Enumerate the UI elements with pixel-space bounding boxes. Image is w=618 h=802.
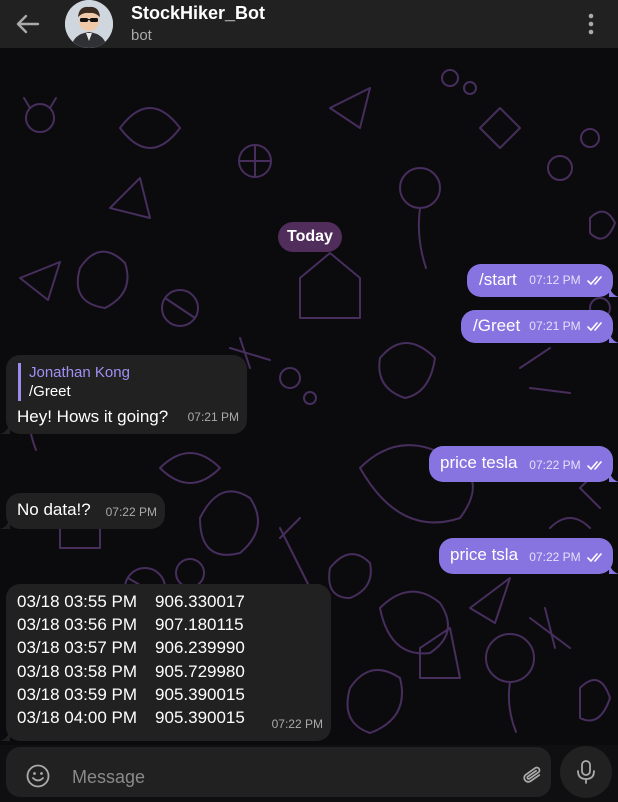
message-time: 07:22 PM	[529, 550, 581, 564]
table-row: 03/18 04:00 PM 905.390015	[17, 706, 245, 729]
chat-header: StockHiker_Bot bot	[0, 0, 618, 48]
double-check-icon	[587, 276, 602, 285]
row-time: 03/18 03:56 PM	[17, 615, 138, 635]
reply-preview[interactable]: Jonathan Kong /Greet	[18, 363, 130, 401]
bubble-tail	[609, 331, 618, 343]
table-row: 03/18 03:56 PM 907.180115	[17, 613, 245, 636]
microphone-button[interactable]	[560, 746, 612, 798]
message-time: 07:12 PM	[529, 273, 581, 287]
table-row: 03/18 03:58 PM 905.729980	[17, 660, 245, 683]
message-text: /Greet	[473, 316, 521, 335]
bubble-tail	[609, 470, 618, 482]
date-divider: Today	[278, 222, 342, 252]
vertical-dots-icon[interactable]	[580, 10, 602, 38]
chat-title[interactable]: StockHiker_Bot	[131, 3, 265, 24]
message-time: 07:22 PM	[529, 458, 581, 472]
message-outgoing[interactable]: /Greet 07:21 PM	[461, 310, 618, 343]
row-price: 906.239990	[155, 638, 245, 658]
message-incoming[interactable]: Jonathan Kong /Greet Hey! Hows it going?…	[0, 355, 247, 434]
message-text: No data!?	[17, 500, 91, 519]
table-row: 03/18 03:57 PM 906.239990	[17, 636, 245, 659]
bubble-tail	[0, 422, 10, 434]
message-text: price tesla	[440, 453, 518, 472]
message-meta: 07:12 PM	[529, 269, 605, 291]
double-check-icon	[587, 553, 602, 562]
arrow-left-icon[interactable]	[14, 12, 42, 36]
message-text: price tsla	[450, 545, 519, 564]
bot-avatar-icon	[65, 0, 113, 48]
message-incoming[interactable]: No data!? 07:22 PM	[0, 493, 165, 529]
reply-author: Jonathan Kong	[29, 364, 130, 381]
message-time: 07:22 PM	[271, 717, 323, 731]
bubble-tail	[609, 562, 618, 574]
row-time: 03/18 04:00 PM	[17, 708, 138, 728]
table-row: 03/18 03:59 PM 905.390015	[17, 683, 245, 706]
message-outgoing[interactable]: /start 07:12 PM	[467, 264, 618, 297]
message-meta: 07:21 PM	[529, 315, 605, 337]
row-price: 905.729980	[155, 661, 245, 681]
message-incoming[interactable]: 03/18 03:55 PM 906.330017 03/18 03:56 PM…	[0, 584, 331, 741]
paperclip-icon[interactable]	[520, 763, 546, 789]
row-price: 906.330017	[155, 592, 245, 611]
message-text: Hey! Hows it going?	[17, 407, 169, 426]
bubble-tail	[0, 729, 10, 741]
chat-subtitle: bot	[131, 27, 152, 44]
row-time: 03/18 03:58 PM	[17, 661, 138, 681]
message-composer	[0, 745, 618, 802]
avatar[interactable]	[65, 0, 113, 48]
message-time: 07:22 PM	[105, 505, 157, 519]
row-price: 905.390015	[155, 684, 245, 704]
microphone-icon	[577, 760, 595, 784]
bubble-tail	[609, 285, 618, 297]
price-table: 03/18 03:55 PM 906.330017 03/18 03:56 PM…	[17, 590, 245, 729]
row-price: 907.180115	[155, 615, 244, 635]
message-meta: 07:22 PM	[529, 454, 605, 476]
message-input-box[interactable]	[6, 747, 551, 797]
message-outgoing[interactable]: price tesla 07:22 PM	[429, 446, 618, 482]
message-meta: 07:22 PM	[529, 546, 605, 568]
smiley-icon[interactable]	[26, 764, 50, 788]
row-time: 03/18 03:57 PM	[17, 638, 138, 658]
reply-text: /Greet	[29, 383, 71, 400]
message-outgoing[interactable]: price tsla 07:22 PM	[439, 538, 618, 574]
row-time: 03/18 03:55 PM	[17, 592, 138, 611]
message-input[interactable]	[70, 763, 504, 791]
row-price: 905.390015	[155, 708, 245, 728]
row-time: 03/18 03:59 PM	[17, 684, 138, 704]
double-check-icon	[587, 322, 602, 331]
message-text: /start	[479, 270, 517, 289]
chat-area[interactable]: Today /start 07:12 PM /Greet 07:21 PM Jo…	[0, 48, 618, 745]
message-time: 07:21 PM	[529, 319, 581, 333]
bubble-tail	[0, 517, 10, 529]
table-row: 03/18 03:55 PM 906.330017	[17, 590, 245, 613]
double-check-icon	[587, 461, 602, 470]
message-time: 07:21 PM	[187, 410, 239, 424]
